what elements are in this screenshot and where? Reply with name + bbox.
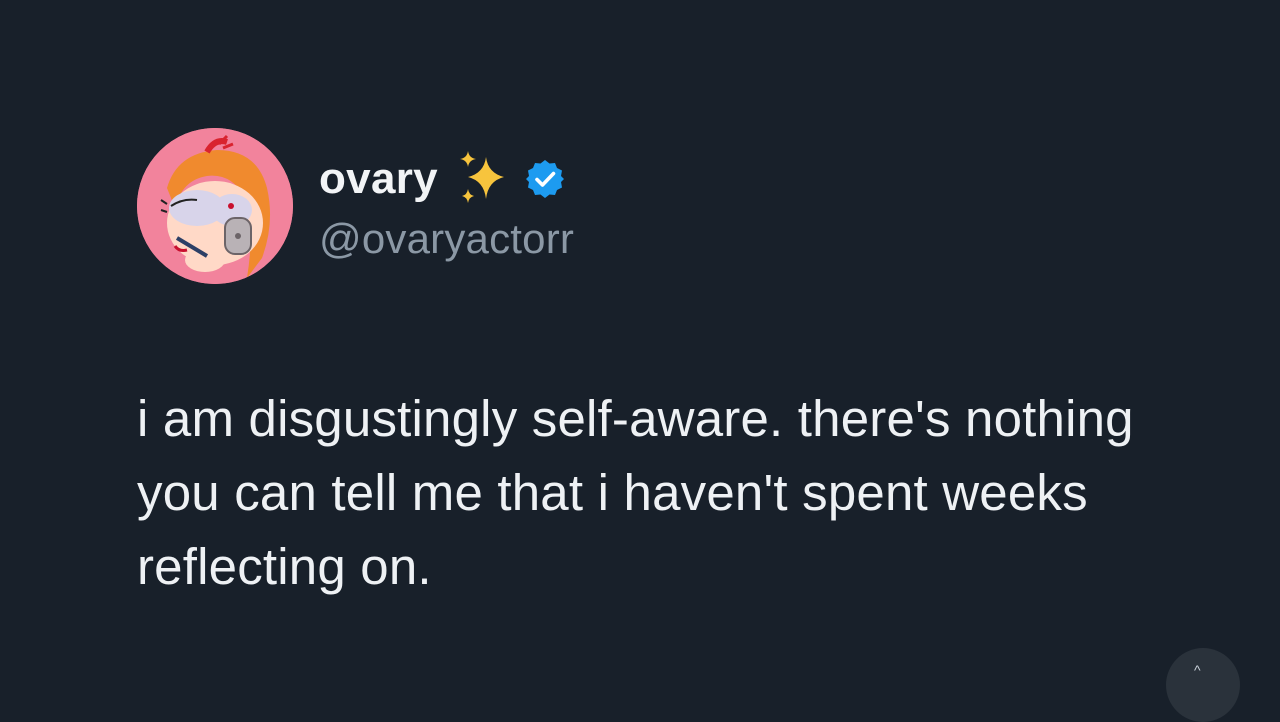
avatar-illustration	[137, 128, 293, 284]
tweet-card: ovary @ovaryactorr i am disgustingly sel…	[137, 128, 1217, 604]
name-row: ovary	[319, 149, 574, 209]
corner-button[interactable]: ^	[1166, 648, 1240, 722]
avatar[interactable]	[137, 128, 293, 284]
verified-badge-icon[interactable]	[524, 158, 566, 200]
user-handle[interactable]: @ovaryactorr	[319, 215, 574, 263]
chevron-up-icon: ^	[1194, 662, 1201, 678]
tweet-text: i am disgustingly self-aware. there's no…	[137, 390, 1134, 595]
tweet-header: ovary @ovaryactorr	[137, 128, 1217, 284]
display-name[interactable]: ovary	[319, 154, 438, 204]
sparkles-icon	[459, 151, 504, 203]
user-names: ovary @ovaryactorr	[319, 128, 574, 284]
